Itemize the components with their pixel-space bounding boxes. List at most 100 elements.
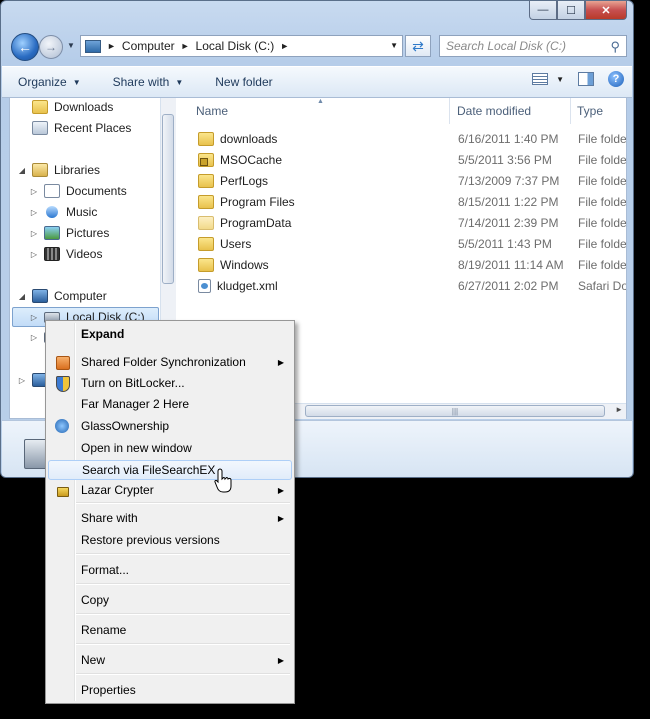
nav-item-computer[interactable]: ◢ Computer xyxy=(18,289,107,303)
menu-item-glass-ownership[interactable]: GlassOwnership xyxy=(48,416,292,436)
folder-icon xyxy=(198,236,214,251)
file-type: File folder xyxy=(578,194,626,209)
expand-triangle-icon[interactable]: ▷ xyxy=(30,333,38,342)
menu-item-rename[interactable]: Rename xyxy=(48,620,292,640)
menu-separator xyxy=(76,613,290,615)
menu-item-restore-previous[interactable]: Restore previous versions xyxy=(48,530,292,550)
scrollbar-thumb[interactable] xyxy=(162,114,174,284)
expand-triangle-icon[interactable]: ▷ xyxy=(30,250,38,259)
expand-triangle-icon[interactable]: ▷ xyxy=(18,376,26,385)
file-row[interactable]: ProgramData 7/14/2011 2:39 PM File folde… xyxy=(186,212,626,233)
collapse-triangle-icon[interactable]: ◢ xyxy=(18,292,26,301)
close-button[interactable]: ✕ xyxy=(585,1,627,20)
file-row[interactable]: Program Files 8/15/2011 1:22 PM File fol… xyxy=(186,191,626,212)
column-header-type[interactable]: Type xyxy=(577,98,603,124)
nav-item-network[interactable]: ▷ xyxy=(18,373,48,387)
address-bar[interactable]: ► Computer ► Local Disk (C:) ► ▼ xyxy=(80,35,403,57)
horizontal-scrollbar[interactable]: ||| ► xyxy=(295,403,626,419)
chevron-right-icon[interactable]: ► xyxy=(107,41,116,51)
file-row[interactable]: MSOCache 5/5/2011 3:56 PM File folder xyxy=(186,149,626,170)
breadcrumb-computer[interactable]: Computer xyxy=(122,39,175,53)
nav-item-pictures[interactable]: ▷ Pictures xyxy=(30,226,109,240)
breadcrumb-local-disk[interactable]: Local Disk (C:) xyxy=(196,39,275,53)
preview-pane-icon[interactable] xyxy=(578,72,594,86)
help-icon[interactable]: ? xyxy=(608,71,624,87)
expand-triangle-icon[interactable]: ▷ xyxy=(30,229,38,238)
menu-item-copy[interactable]: Copy xyxy=(48,590,292,610)
sync-icon xyxy=(56,356,70,370)
file-type: File folder xyxy=(578,152,626,167)
menu-item-shared-folder-sync[interactable]: Shared Folder Synchronization ▶ xyxy=(48,352,292,372)
submenu-arrow-icon: ▶ xyxy=(277,485,284,495)
menu-item-format[interactable]: Format... xyxy=(48,560,292,580)
chevron-right-icon[interactable]: ► xyxy=(181,41,190,51)
file-name: Program Files xyxy=(220,194,295,209)
recent-pages-dropdown[interactable]: ▼ xyxy=(67,41,75,50)
forward-button[interactable]: → xyxy=(39,35,63,59)
menu-item-new[interactable]: New ▶ xyxy=(48,650,292,670)
caption-buttons: — ☐ ✕ xyxy=(529,1,627,20)
new-folder-button[interactable]: New folder xyxy=(199,75,288,89)
menu-item-far-manager[interactable]: Far Manager 2 Here xyxy=(48,394,292,414)
file-name: Windows xyxy=(220,257,269,272)
column-divider[interactable] xyxy=(570,98,571,124)
nav-item-music[interactable]: ▷ Music xyxy=(30,205,97,219)
column-divider[interactable] xyxy=(449,98,450,124)
expand-triangle-icon[interactable]: ▷ xyxy=(30,187,38,196)
folder-icon xyxy=(198,257,214,272)
file-date: 8/19/2011 11:14 AM xyxy=(458,257,564,272)
file-row[interactable]: PerfLogs 7/13/2009 7:37 PM File folder xyxy=(186,170,626,191)
nav-item-recent-places[interactable]: Recent Places xyxy=(18,121,131,135)
recent-places-icon xyxy=(32,121,48,135)
maximize-button[interactable]: ☐ xyxy=(557,1,585,20)
file-date: 5/5/2011 3:56 PM xyxy=(458,152,552,167)
menu-separator xyxy=(76,673,290,675)
menu-separator xyxy=(76,502,290,504)
collapse-triangle-icon[interactable]: ◢ xyxy=(18,166,26,175)
nav-item-downloads[interactable]: Downloads xyxy=(18,100,113,114)
column-header-date-modified[interactable]: Date modified xyxy=(457,98,531,124)
scroll-right-icon[interactable]: ► xyxy=(615,405,623,414)
menu-item-open-new-window[interactable]: Open in new window xyxy=(48,438,292,458)
organize-button[interactable]: Organize ▼ xyxy=(2,75,97,89)
file-name: ProgramData xyxy=(220,215,292,230)
column-header-name[interactable]: Name xyxy=(196,98,228,124)
search-icon[interactable]: ⚲ xyxy=(610,39,620,55)
expand-triangle-icon[interactable]: ▷ xyxy=(30,313,38,322)
menu-item-lazar-crypter[interactable]: Lazar Crypter ▶ xyxy=(48,480,292,500)
address-dropdown-icon[interactable]: ▼ xyxy=(390,41,398,50)
nav-item-videos[interactable]: ▷ Videos xyxy=(30,247,102,261)
libraries-icon xyxy=(32,163,48,177)
file-row[interactable]: kludget.xml 6/27/2011 2:02 PM Safari Doc… xyxy=(186,275,626,296)
nav-label: Libraries xyxy=(54,163,101,177)
context-menu: Expand Shared Folder Synchronization ▶ Tu… xyxy=(45,320,295,704)
expand-triangle-icon[interactable]: ▷ xyxy=(30,208,38,217)
menu-item-properties[interactable]: Properties xyxy=(48,680,292,700)
downloads-folder-icon xyxy=(32,100,48,114)
file-date: 6/16/2011 1:40 PM xyxy=(458,131,559,146)
submenu-arrow-icon: ▶ xyxy=(277,357,284,367)
nav-item-libraries[interactable]: ◢ Libraries xyxy=(18,163,100,177)
refresh-button[interactable]: ⇄ xyxy=(405,35,431,57)
xml-file-icon xyxy=(198,278,211,293)
chevron-right-icon[interactable]: ► xyxy=(280,41,289,51)
chevron-down-icon: ▼ xyxy=(175,77,184,87)
search-input[interactable]: Search Local Disk (C:) ⚲ xyxy=(439,35,627,57)
minimize-button[interactable]: — xyxy=(529,1,557,20)
file-date: 6/27/2011 2:02 PM xyxy=(458,278,559,293)
file-name: MSOCache xyxy=(220,152,283,167)
menu-item-search-filesearchex[interactable]: Search via FileSearchEX xyxy=(48,460,292,480)
menu-item-bitlocker[interactable]: Turn on BitLocker... xyxy=(48,373,292,393)
scrollbar-thumb[interactable]: ||| xyxy=(305,405,605,417)
nav-item-documents[interactable]: ▷ Documents xyxy=(30,184,127,198)
file-row[interactable]: downloads 6/16/2011 1:40 PM File folder xyxy=(186,128,626,149)
change-view-button[interactable]: ▼ xyxy=(532,73,564,85)
share-with-button[interactable]: Share with ▼ xyxy=(97,75,200,89)
menu-item-share-with[interactable]: Share with ▶ xyxy=(48,508,292,528)
menu-item-expand[interactable]: Expand xyxy=(48,324,292,344)
file-row[interactable]: Users 5/5/2011 1:43 PM File folder xyxy=(186,233,626,254)
file-row[interactable]: Windows 8/19/2011 11:14 AM File folder xyxy=(186,254,626,275)
navigation-bar: ← → ▼ ► Computer ► Local Disk (C:) ► ▼ ⇄… xyxy=(11,33,627,61)
back-button[interactable]: ← xyxy=(11,33,39,61)
file-type: File folder xyxy=(578,215,626,230)
